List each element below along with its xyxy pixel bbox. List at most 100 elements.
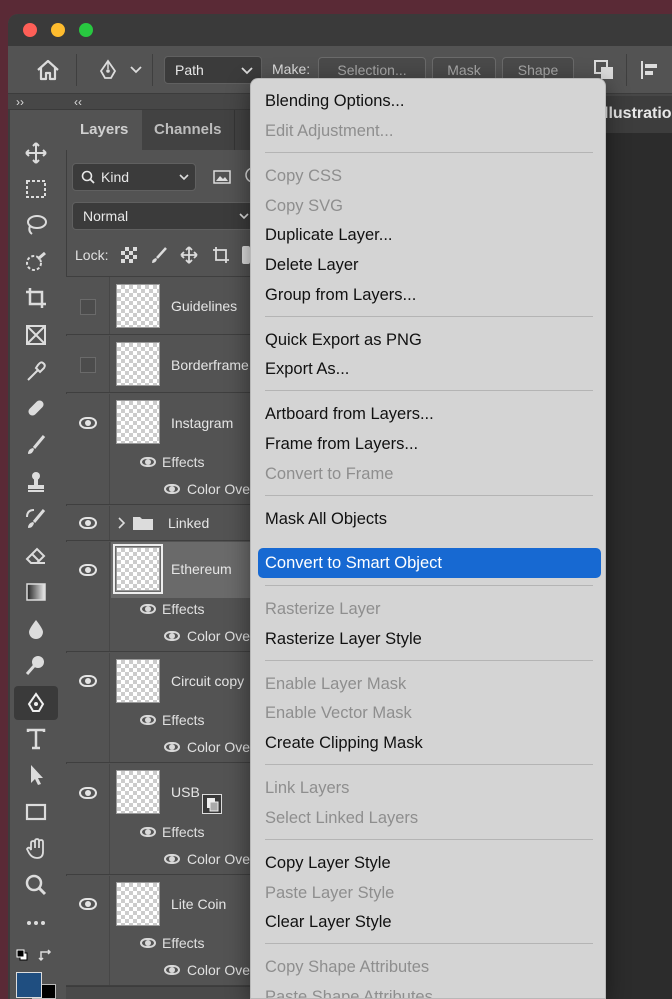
menu-item-rasterize-layer-style[interactable]: Rasterize Layer Style [265, 629, 422, 649]
effect-visibility-icon[interactable] [164, 742, 180, 752]
clone-stamp-tool-icon[interactable] [14, 465, 58, 499]
menu-item-convert-to-smart-object[interactable]: Convert to Smart Object [265, 553, 442, 573]
lock-transparent-pixels-icon[interactable] [118, 244, 140, 266]
menu-item-group-from-layers[interactable]: Group from Layers... [265, 285, 416, 305]
minimize-window-button[interactable] [51, 23, 65, 37]
layer-row-lite-coin[interactable]: Lite Coin Effects Color Overlay [66, 876, 273, 986]
effect-visibility-icon[interactable] [164, 854, 180, 864]
pen-tool-icon[interactable] [92, 56, 124, 84]
effect-visibility-icon[interactable] [164, 965, 180, 975]
layer-row-linked-group[interactable]: Linked [66, 506, 256, 541]
visibility-eye-icon[interactable] [79, 517, 97, 529]
image-filter-icon[interactable] [210, 166, 234, 188]
menu-separator [265, 152, 593, 153]
visibility-eye-icon[interactable] [79, 417, 97, 429]
menu-item-blending-options[interactable]: Blending Options... [265, 91, 404, 111]
home-icon[interactable] [32, 56, 64, 84]
zoom-tool-icon[interactable] [14, 868, 58, 902]
effect-visibility-icon[interactable] [164, 631, 180, 641]
effect-visibility-icon[interactable] [164, 484, 180, 494]
layer-row-circuit-copy[interactable]: Circuit copy Effects Color Overlay [66, 653, 273, 763]
object-selection-tool-icon[interactable] [14, 245, 58, 279]
layer-row-borderframe[interactable]: Borderframe [66, 336, 256, 393]
menu-item-enable-layer-mask: Enable Layer Mask [265, 675, 407, 693]
effects-label: Effects [162, 601, 205, 617]
tab-divider [234, 110, 235, 150]
effects-visibility-icon[interactable] [140, 457, 156, 467]
close-window-button[interactable] [23, 23, 37, 37]
menu-item-delete-layer[interactable]: Delete Layer [265, 255, 359, 275]
eyedropper-tool-icon[interactable] [14, 355, 58, 389]
tab-layers[interactable]: Layers [80, 110, 128, 150]
chevron-down-icon[interactable] [128, 60, 144, 80]
path-alignment-icon[interactable] [636, 56, 664, 84]
menu-item-artboard-from-layers[interactable]: Artboard from Layers... [265, 404, 434, 424]
visibility-toggle-empty[interactable] [80, 299, 96, 315]
zoom-window-button[interactable] [79, 23, 93, 37]
lasso-tool-icon[interactable] [14, 208, 58, 242]
menu-item-quick-export-png[interactable]: Quick Export as PNG [265, 330, 422, 350]
rectangle-tool-icon[interactable] [14, 795, 58, 829]
menu-item-copy-css: Copy CSS [265, 167, 343, 185]
dodge-tool-icon[interactable] [14, 648, 58, 682]
layer-name: Circuit copy [171, 673, 245, 689]
menu-item-duplicate-layer[interactable]: Duplicate Layer... [265, 225, 393, 245]
lock-position-icon[interactable] [178, 244, 200, 266]
effects-visibility-icon[interactable] [140, 827, 156, 837]
move-tool-icon[interactable] [14, 136, 58, 170]
foreground-color-swatch[interactable] [16, 972, 42, 998]
frame-tool-icon[interactable] [14, 318, 58, 352]
menu-item-clear-layer-style[interactable]: Clear Layer Style [265, 912, 392, 932]
menu-item-copy-layer-style[interactable]: Copy Layer Style [265, 853, 391, 873]
history-brush-tool-icon[interactable] [14, 502, 58, 536]
menu-item-export-as[interactable]: Export As... [265, 359, 349, 379]
lock-all-icon[interactable] [242, 246, 250, 264]
swap-colors-icon[interactable] [38, 948, 54, 962]
menu-item-mask-all-objects[interactable]: Mask All Objects [265, 509, 387, 529]
lock-image-pixels-icon[interactable] [148, 244, 170, 266]
layer-row-ethereum[interactable]: Ethereum Effects Color Overlay [66, 542, 273, 652]
layer-row-instagram[interactable]: Instagram Effects Color Overlay [66, 394, 273, 505]
eraser-tool-icon[interactable] [14, 538, 58, 572]
marquee-tool-icon[interactable] [14, 172, 58, 206]
visibility-eye-icon[interactable] [79, 675, 97, 687]
layer-row-usb[interactable]: USB Effects Color Overlay [66, 764, 273, 875]
path-mode-select[interactable]: Path [164, 56, 262, 84]
crop-tool-icon[interactable] [14, 281, 58, 315]
visibility-eye-icon[interactable] [79, 564, 97, 576]
divider [76, 54, 77, 86]
filter-kind-select[interactable]: Kind [72, 163, 196, 191]
menu-item-copy-shape-attributes: Copy Shape Attributes [265, 958, 430, 976]
menu-separator [265, 943, 593, 944]
healing-brush-tool-icon[interactable] [14, 391, 58, 425]
type-tool-icon[interactable] [14, 722, 58, 756]
chevron-right-icon[interactable] [118, 517, 126, 529]
document-tab[interactable]: llustratio [604, 96, 672, 133]
menu-item-paste-shape-attributes: Paste Shape Attributes [265, 988, 433, 999]
canvas-area [606, 133, 672, 999]
visibility-eye-icon[interactable] [79, 787, 97, 799]
lock-artboard-icon[interactable] [210, 244, 232, 266]
gradient-tool-icon[interactable] [14, 575, 58, 609]
menu-item-frame-from-layers[interactable]: Frame from Layers... [265, 434, 418, 454]
expand-toolbar-icon[interactable]: ›› [16, 95, 24, 109]
effects-visibility-icon[interactable] [140, 604, 156, 614]
layer-thumbnail [116, 284, 160, 328]
more-tools-icon[interactable] [14, 906, 58, 940]
effects-visibility-icon[interactable] [140, 715, 156, 725]
collapse-panel-icon[interactable]: ‹‹ [74, 95, 82, 109]
hand-tool-icon[interactable] [14, 832, 58, 866]
path-selection-tool-icon[interactable] [14, 758, 58, 792]
tab-channels[interactable]: Channels [154, 110, 222, 150]
visibility-toggle-empty[interactable] [80, 357, 96, 373]
brush-tool-icon[interactable] [14, 428, 58, 462]
menu-item-create-clipping-mask[interactable]: Create Clipping Mask [265, 733, 423, 753]
blur-tool-icon[interactable] [14, 612, 58, 646]
blend-mode-select[interactable]: Normal [72, 202, 256, 230]
pen-tool-icon[interactable] [14, 686, 58, 720]
layer-context-menu: Blending Options... Edit Adjustment... C… [250, 78, 606, 999]
layer-row-guidelines[interactable]: Guidelines [66, 277, 256, 335]
default-colors-icon[interactable] [16, 948, 28, 961]
effects-visibility-icon[interactable] [140, 938, 156, 948]
visibility-eye-icon[interactable] [79, 898, 97, 910]
